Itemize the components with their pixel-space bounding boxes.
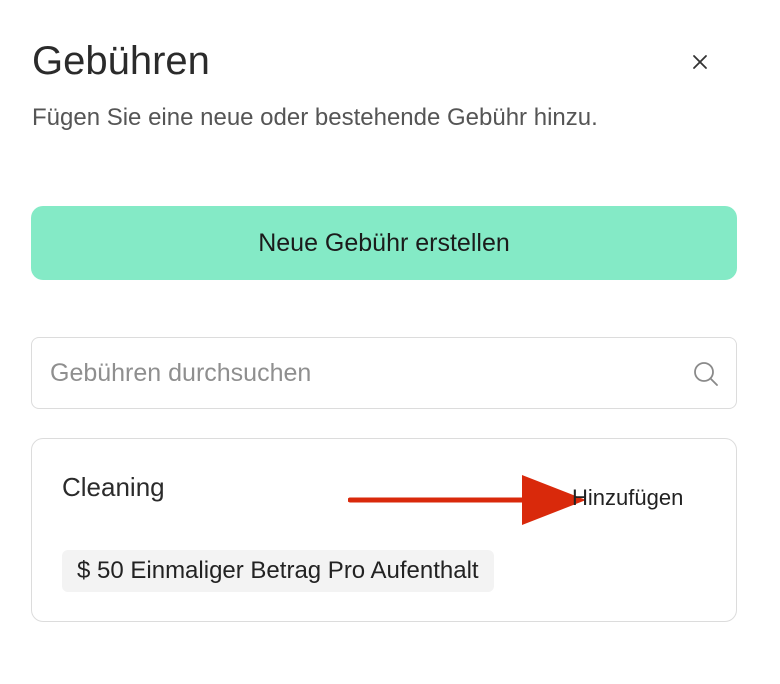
fee-card: Cleaning Hinzufügen $ 50 Einmaliger Betr… xyxy=(31,438,737,622)
fee-amount-badge: $ 50 Einmaliger Betrag Pro Aufenthalt xyxy=(62,550,494,592)
search-field xyxy=(31,337,737,409)
arrow-right-icon xyxy=(348,475,586,525)
add-fee-button[interactable]: Hinzufügen xyxy=(572,483,683,513)
close-icon xyxy=(693,55,707,69)
dialog-title: Gebühren xyxy=(32,39,210,83)
search-icon[interactable] xyxy=(692,360,720,388)
close-button[interactable] xyxy=(686,48,714,76)
fee-name: Cleaning xyxy=(62,472,165,502)
search-input[interactable] xyxy=(50,338,670,408)
fees-dialog: Gebühren Fügen Sie eine neue oder besteh… xyxy=(0,0,780,684)
dialog-subtitle: Fügen Sie eine neue oder bestehende Gebü… xyxy=(32,104,598,131)
create-fee-button[interactable]: Neue Gebühr erstellen xyxy=(31,206,737,280)
